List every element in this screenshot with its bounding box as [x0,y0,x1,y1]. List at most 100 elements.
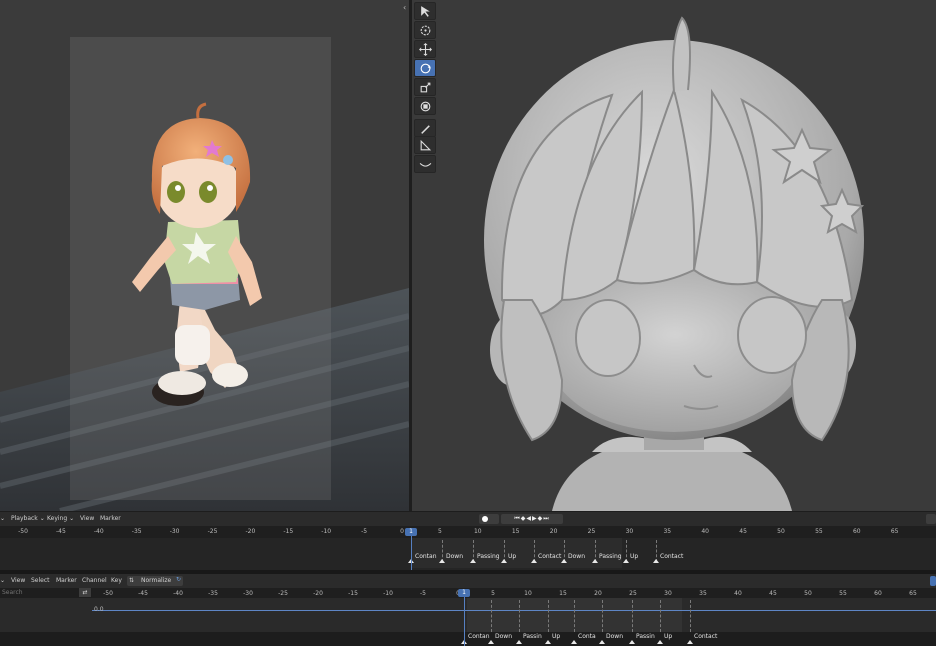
measure-icon[interactable] [414,136,436,154]
graph-marker-line [660,600,661,632]
graph-tick-label: -40 [173,590,183,597]
graph-marker-line [519,600,520,632]
timeline-tick-label: -30 [169,528,180,535]
timeline-marker-icon[interactable] [592,559,598,563]
collapse-arrow-icon[interactable]: ‹ [403,3,406,12]
transform-icon[interactable] [414,97,436,115]
graph-marker-icon[interactable] [571,640,577,644]
timeline-tick-label: 50 [777,528,785,535]
timeline-marker-label[interactable]: Passing [599,553,622,560]
select-menu[interactable]: Select [31,577,50,584]
timeline-marker-icon[interactable] [653,559,659,563]
timeline-marker-label[interactable]: Contact [538,553,561,560]
graph-tick-label: 30 [664,590,672,597]
view-menu[interactable]: View [80,515,94,522]
f-curve-line[interactable] [92,610,936,611]
graph-marker-icon[interactable] [629,640,635,644]
timeline-marker-icon[interactable] [531,559,537,563]
timeline-marker-label[interactable]: Contact [660,553,683,560]
value-label: 0.0 [94,606,104,613]
timeline-playhead-line[interactable] [411,530,412,570]
graph-marker-line [574,600,575,632]
search-input[interactable] [0,588,80,597]
annotate-icon[interactable] [414,119,436,137]
swap-icon[interactable]: ⇄ [79,588,91,597]
select-icon[interactable] [414,2,436,20]
timeline-marker-label[interactable]: Up [508,553,516,560]
editor-type-icon[interactable]: ⌄ [0,515,5,522]
timeline-options-button[interactable] [926,514,936,524]
graph-tick-label: 10 [524,590,532,597]
graph-editor-header: ⌄ View Select Marker Channel Key ⇅ Norma… [0,574,936,588]
graph-marker-label[interactable]: Passin [636,633,655,640]
timeline-marker-icon[interactable] [623,559,629,563]
timeline-marker-label[interactable]: Down [446,553,463,560]
marker-menu[interactable]: Marker [56,577,77,584]
channel-menu[interactable]: Channel [82,577,107,584]
graph-options-button[interactable] [930,576,936,586]
timeline-marker-icon[interactable] [439,559,445,563]
graph-marker-label[interactable]: Contan [468,633,490,640]
graph-marker-label[interactable]: Up [552,633,560,640]
graph-marker-icon[interactable] [687,640,693,644]
scale-icon[interactable] [414,78,436,96]
graph-marker-label[interactable]: Conta [578,633,596,640]
rotate-icon[interactable] [414,59,436,77]
graph-tick-label: -15 [348,590,358,597]
timeline-ruler[interactable]: -50 -45 -40 -35 -30 -25 -20 -15 -10 -5 0 5 10 15 20 25 3… [0,526,936,538]
curve-icon[interactable] [414,155,436,173]
graph-marker-label[interactable]: Up [664,633,672,640]
graph-marker-icon[interactable] [657,640,663,644]
graph-marker-icon[interactable] [599,640,605,644]
graph-marker-label[interactable]: Contact [694,633,717,640]
timeline-tick-label: -15 [283,528,294,535]
editor-type-icon[interactable]: ⌄ [0,577,5,584]
record-icon [482,516,488,522]
timeline-header: ⌄ Playback ⌄ Keying ⌄ View Marker ⏮◆◀▶◆⏭ [0,512,936,526]
graph-marker-label[interactable]: Passin [523,633,542,640]
graph-tick-label: -35 [208,590,218,597]
graph-tick-label: -25 [278,590,288,597]
record-button[interactable] [479,514,499,524]
timeline-marker-icon[interactable] [561,559,567,563]
normalize-icon: ⇅ [129,577,135,584]
graph-marker-label[interactable]: Down [606,633,623,640]
graph-current-frame[interactable]: 1 [458,589,470,597]
timeline-marker-label[interactable]: Down [568,553,585,560]
timeline-marker-label[interactable]: Up [630,553,638,560]
graph-marker-icon[interactable] [545,640,551,644]
playback-menu[interactable]: Playback ⌄ [11,515,45,522]
playback-controls[interactable]: ⏮◆◀▶◆⏭ [501,514,563,524]
marker-menu[interactable]: Marker [100,515,121,522]
graph-marker-line [690,600,691,632]
refresh-icon[interactable]: ↻ [176,576,181,583]
graph-ruler[interactable]: -50-45-40-35-30-25-20-15-10-505101520253… [92,588,936,598]
timeline-tick-label: 20 [549,528,558,535]
graph-marker-label[interactable]: Down [495,633,512,640]
graph-marker-icon[interactable] [516,640,522,644]
graph-marker-icon[interactable] [488,640,494,644]
keying-menu[interactable]: Keying ⌄ [47,515,74,522]
channel-search-box[interactable]: ⇄ [0,588,92,598]
timeline-tick-label: -20 [245,528,256,535]
viewport-left[interactable] [0,0,409,511]
graph-marker-line [602,600,603,632]
timeline-marker-label[interactable]: Passing [477,553,500,560]
timeline-tick-label: 15 [511,528,520,535]
normalize-toggle[interactable]: ⇅ Normalize [127,576,183,586]
move-icon[interactable] [414,40,436,58]
graph-tick-label: -50 [103,590,113,597]
jump-end-icon[interactable]: ⏭ [543,515,549,522]
timeline-tick-label: -40 [93,528,104,535]
timeline-tick-label: -50 [18,528,28,535]
timeline-marker-icon[interactable] [470,559,476,563]
view-menu[interactable]: View [11,577,25,584]
timeline-marker-icon[interactable] [501,559,507,563]
character-scene [0,37,409,511]
viewport-right[interactable] [412,0,936,511]
graph-playhead-line[interactable] [464,592,465,646]
timeline-marker-label[interactable]: Contan [415,553,437,560]
timeline-current-frame[interactable]: 1 [405,528,417,536]
cursor-icon[interactable] [414,21,436,39]
key-menu[interactable]: Key [111,577,122,584]
